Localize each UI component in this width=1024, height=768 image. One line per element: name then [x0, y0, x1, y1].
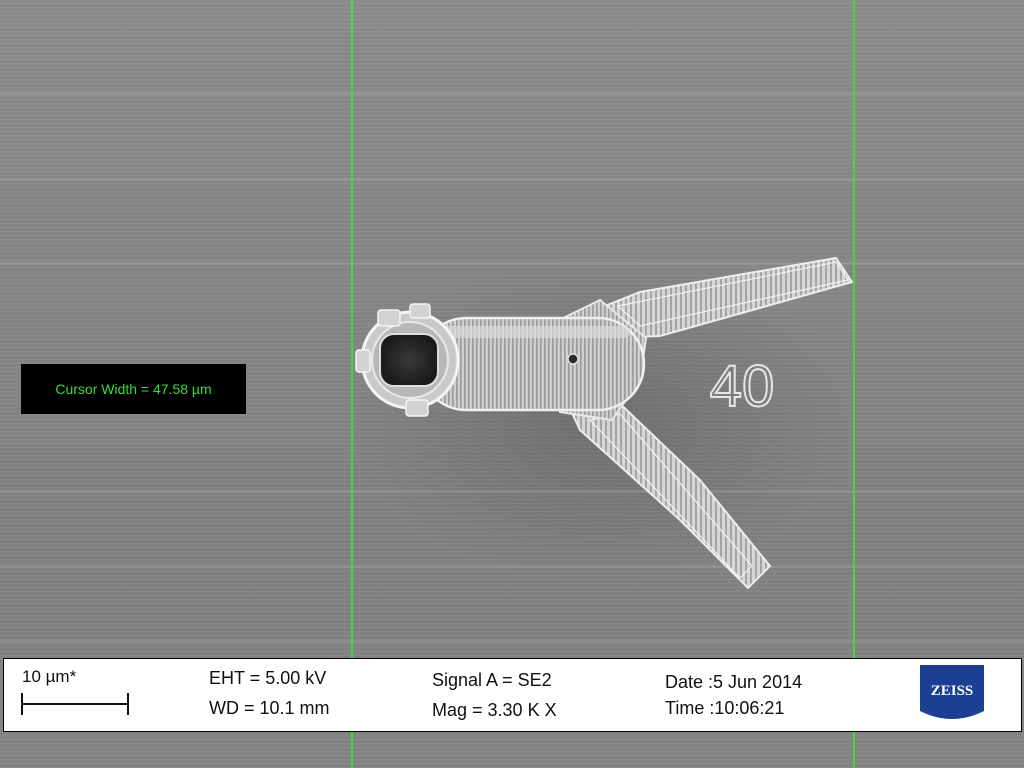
- eht-value: EHT = 5.00 kV: [209, 668, 327, 688]
- gripper-lower-jaw: [564, 394, 772, 590]
- zeiss-logo: ZEISS: [920, 665, 984, 729]
- cursor-width-text: Cursor Width = 47.58 µm: [55, 381, 212, 397]
- signal-value: Signal A = SE2: [432, 670, 552, 690]
- measurement-cursor-right[interactable]: [853, 0, 855, 768]
- date-value: Date :5 Jun 2014: [665, 672, 803, 692]
- time-value: Time :10:06:21: [665, 698, 785, 718]
- engraved-number: 40: [710, 354, 775, 419]
- body-hole: [567, 353, 579, 365]
- sem-image-viewport: 40 Cursor Width = 47.58 µm: [0, 0, 1024, 768]
- sem-info-bar: 10 µm* EHT = 5.00 kV WD = 10.1 mm Signal…: [3, 658, 1022, 732]
- cursor-width-readout: Cursor Width = 47.58 µm: [21, 364, 246, 414]
- scale-bar-tick-left: [21, 693, 23, 715]
- measurement-cursor-left[interactable]: [351, 0, 353, 768]
- scale-bar: [22, 703, 129, 705]
- scale-bar-label: 10 µm*: [22, 667, 77, 686]
- magnification-value: Mag = 3.30 K X: [432, 700, 557, 720]
- zeiss-logo-text: ZEISS: [930, 683, 974, 699]
- wd-value: WD = 10.1 mm: [209, 698, 330, 718]
- scale-bar-tick-right: [127, 693, 129, 715]
